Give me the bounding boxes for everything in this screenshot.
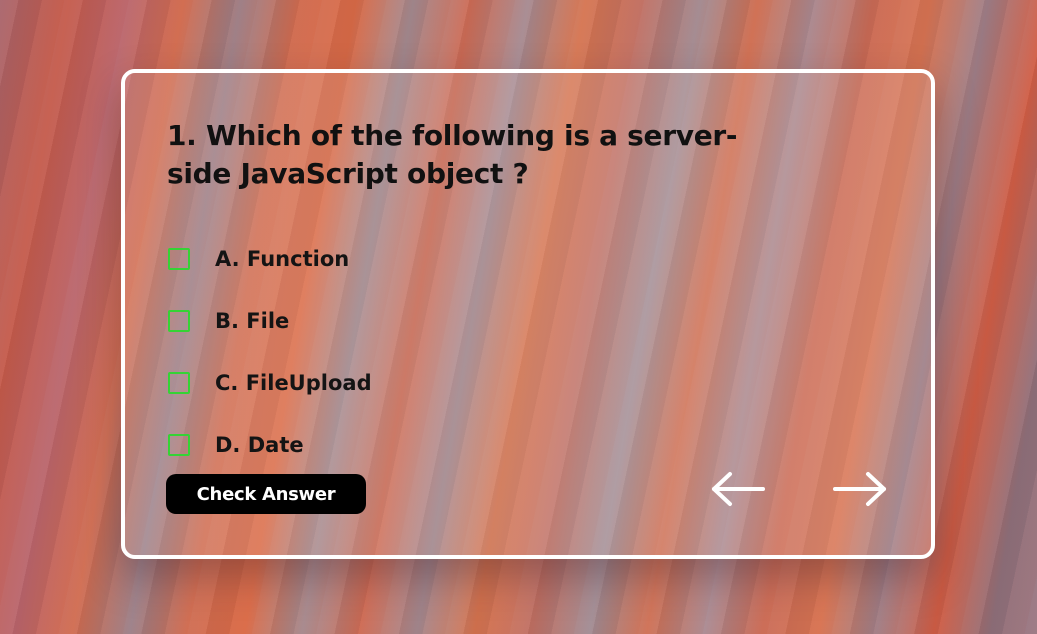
option-c-checkbox[interactable] — [168, 372, 190, 394]
option-c[interactable]: C. FileUpload — [168, 352, 372, 414]
option-b-label[interactable]: B. File — [215, 309, 289, 333]
option-a-label[interactable]: A. Function — [215, 247, 349, 271]
option-a[interactable]: A. Function — [168, 228, 372, 290]
question-text: 1. Which of the following is a server- s… — [167, 119, 738, 190]
arrow-left-icon — [712, 472, 765, 506]
next-question-button[interactable] — [831, 470, 887, 508]
arrow-right-icon — [833, 472, 886, 506]
option-c-label[interactable]: C. FileUpload — [215, 371, 372, 395]
option-d-checkbox[interactable] — [168, 434, 190, 456]
option-d-label[interactable]: D. Date — [215, 433, 304, 457]
option-b-checkbox[interactable] — [168, 310, 190, 332]
option-b[interactable]: B. File — [168, 290, 372, 352]
previous-question-button[interactable] — [711, 470, 767, 508]
option-d[interactable]: D. Date — [168, 414, 372, 476]
quiz-card: 1. Which of the following is a server- s… — [121, 69, 935, 559]
options-list: A. Function B. File C. FileUpload D. Dat… — [168, 228, 372, 476]
option-a-checkbox[interactable] — [168, 248, 190, 270]
check-answer-button[interactable]: Check Answer — [166, 474, 366, 514]
